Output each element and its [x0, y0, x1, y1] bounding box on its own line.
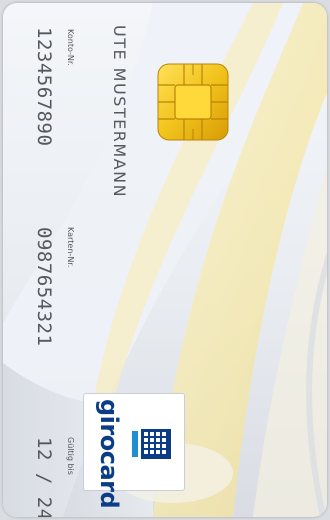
account-number-label: Konto-Nr. [66, 29, 75, 66]
account-number: 1234567890 [33, 27, 55, 147]
girocard-logo-icon [132, 429, 171, 459]
bank-card: UTE MUSTERMANN Konto-Nr. 1234567890 Kart… [3, 3, 327, 517]
card-holder-name: UTE MUSTERMANN [110, 25, 129, 199]
valid-until-date: 12 / 24 [33, 437, 55, 517]
card-number-label: Karten-Nr. [66, 227, 75, 268]
girocard-brand-text: girocard [95, 399, 123, 509]
emv-chip-icon [157, 63, 229, 141]
valid-until-label: Gültig bis [66, 437, 75, 475]
card-number: 0987654321 [33, 227, 55, 347]
